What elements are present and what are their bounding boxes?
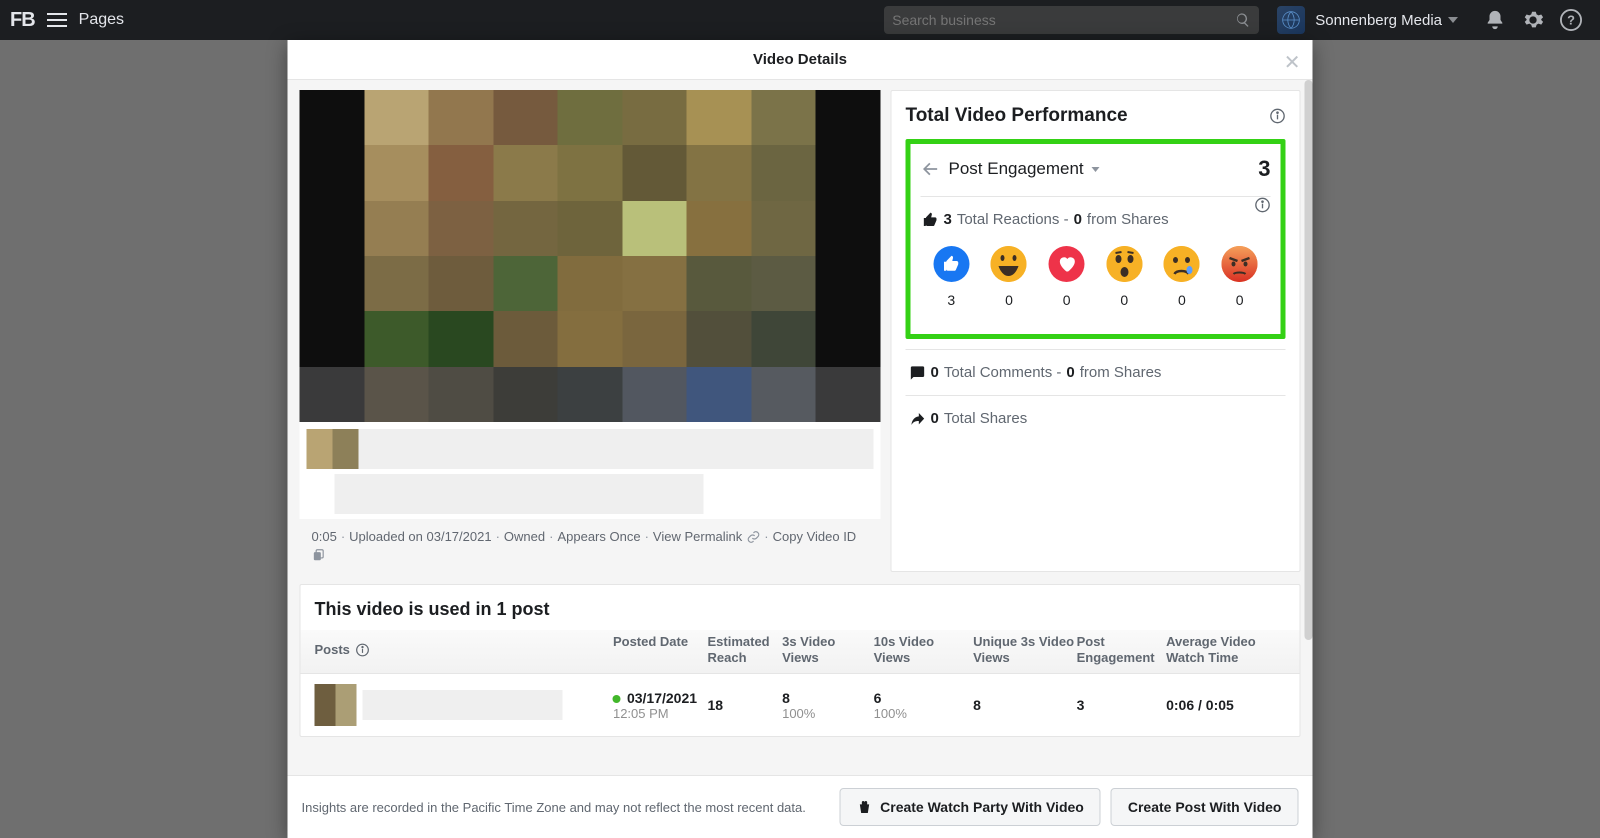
performance-title: Total Video Performance — [906, 105, 1128, 127]
video-owned: Owned — [504, 529, 545, 544]
comments-from-shares: 0 — [1066, 364, 1074, 381]
account-name[interactable]: Sonnenberg Media — [1315, 12, 1442, 29]
search-icon — [1235, 12, 1251, 28]
help-icon[interactable]: ? — [1560, 9, 1582, 31]
usage-title: This video is used in 1 post — [301, 599, 1300, 630]
create-watch-party-button[interactable]: Create Watch Party With Video — [839, 788, 1101, 826]
reaction-sad: 0 — [1164, 246, 1200, 308]
back-arrow-icon[interactable] — [921, 159, 941, 179]
post-engagement-dropdown[interactable]: Post Engagement — [949, 159, 1084, 179]
account-avatar[interactable] — [1277, 6, 1305, 34]
scrollbar[interactable] — [1305, 80, 1313, 640]
svg-text:?: ? — [1567, 13, 1575, 28]
video-preview-column: 0:05 · Uploaded on 03/17/2021 · Owned · … — [300, 90, 881, 572]
link-icon — [746, 530, 760, 544]
table-header: Posts Posted Date Estimated Reach 3s Vid… — [301, 630, 1300, 674]
post-thumb — [315, 684, 357, 726]
modal-header: Video Details ✕ — [288, 40, 1313, 80]
reaction-wow: 0 — [1106, 246, 1142, 308]
reaction-haha: 0 — [991, 246, 1027, 308]
create-post-button[interactable]: Create Post With Video — [1111, 788, 1299, 826]
chevron-down-icon[interactable] — [1448, 17, 1458, 23]
nav-pages[interactable]: Pages — [79, 11, 124, 29]
angry-icon — [1222, 246, 1258, 282]
gear-icon[interactable] — [1522, 9, 1544, 31]
share-icon — [910, 411, 926, 427]
usage-card: This video is used in 1 post Posts Poste… — [300, 584, 1301, 737]
topbar: FB Pages Sonnenberg Media ? — [0, 0, 1600, 40]
reaction-love: 0 — [1049, 246, 1085, 308]
love-icon — [1049, 246, 1085, 282]
video-uploaded: Uploaded on 03/17/2021 — [349, 529, 491, 544]
search-input[interactable] — [892, 12, 1235, 28]
view-permalink-link[interactable]: View Permalink — [653, 529, 742, 544]
copy-video-id-link[interactable]: Copy Video ID — [773, 529, 857, 544]
bell-icon[interactable] — [1484, 9, 1506, 31]
video-meta: 0:05 · Uploaded on 03/17/2021 · Owned · … — [300, 519, 881, 572]
video-caption-area — [300, 422, 881, 519]
video-appears: Appears Once — [557, 529, 640, 544]
popcorn-icon — [856, 799, 872, 815]
fb-logo[interactable]: FB — [10, 9, 35, 32]
footer-note: Insights are recorded in the Pacific Tim… — [302, 800, 830, 815]
wow-icon — [1106, 246, 1142, 282]
info-icon[interactable] — [356, 643, 370, 657]
total-reactions-count: 3 — [944, 211, 952, 228]
engagement-highlight: Post Engagement 3 3 Total Reactions - 0 … — [906, 139, 1286, 339]
search-box[interactable] — [884, 6, 1259, 34]
post-title-redacted — [363, 690, 563, 720]
modal-title: Video Details — [753, 51, 847, 68]
chevron-down-icon[interactable] — [1092, 167, 1100, 172]
menu-icon[interactable] — [47, 13, 67, 27]
reaction-like: 3 — [933, 246, 969, 308]
info-icon[interactable] — [1255, 197, 1271, 213]
modal-footer: Insights are recorded in the Pacific Tim… — [288, 775, 1313, 838]
haha-icon — [991, 246, 1027, 282]
info-icon[interactable] — [1270, 108, 1286, 124]
post-engagement-value: 3 — [1258, 156, 1270, 182]
thumb-icon — [923, 212, 939, 228]
video-thumbnail[interactable] — [300, 90, 881, 422]
reactions-breakdown: 3 0 0 0 — [923, 246, 1269, 308]
performance-panel: Total Video Performance Post Engagement … — [891, 90, 1301, 572]
comments-count: 0 — [931, 364, 939, 381]
reaction-angry: 0 — [1222, 246, 1258, 308]
copy-icon — [312, 548, 326, 562]
video-details-modal: Video Details ✕ 0:05 · Uploaded on 03/17… — [288, 40, 1313, 838]
reactions-from-shares: 0 — [1074, 211, 1082, 228]
video-duration: 0:05 — [312, 529, 337, 544]
close-icon[interactable]: ✕ — [1284, 50, 1301, 75]
table-row[interactable]: 03/17/2021 12:05 PM 18 8100% 6100% 8 3 0… — [301, 674, 1300, 736]
shares-count: 0 — [931, 410, 939, 427]
status-dot — [613, 695, 621, 703]
comment-icon — [910, 365, 926, 381]
like-icon — [933, 246, 969, 282]
sad-icon — [1164, 246, 1200, 282]
